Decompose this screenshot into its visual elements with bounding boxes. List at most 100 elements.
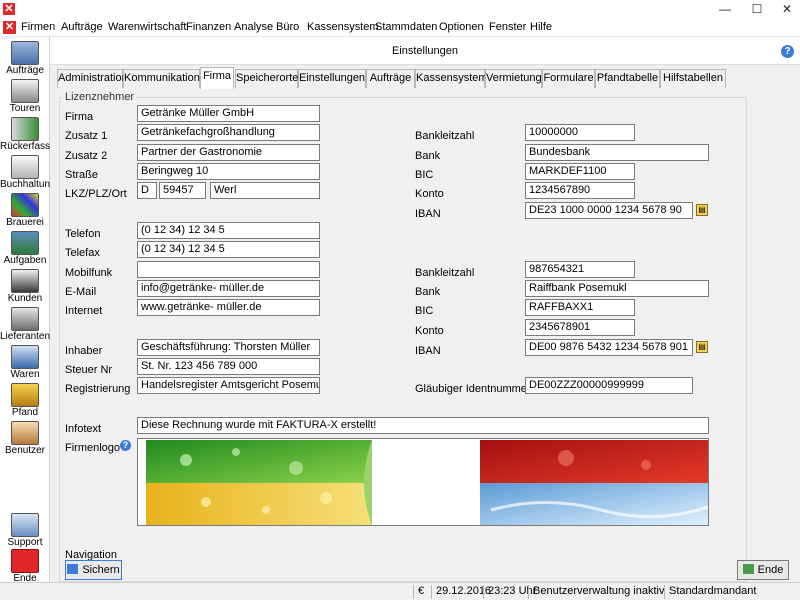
- exit-door-icon: [742, 564, 754, 574]
- sidebar-item-kunden[interactable]: Kunden: [0, 267, 50, 305]
- menu-hilfe[interactable]: Hilfe: [530, 21, 552, 33]
- menu-kassensystem[interactable]: Kassensystem: [307, 21, 379, 33]
- app-menu-icon[interactable]: ✕: [3, 21, 16, 34]
- group-title: Lizenznehmer: [63, 91, 137, 103]
- label-infotext: Infotext: [65, 423, 102, 435]
- label-inhaber: Inhaber: [65, 345, 103, 357]
- bank1-name-field[interactable]: Bundesbank: [525, 144, 709, 161]
- mobilfunk-field[interactable]: [137, 261, 320, 278]
- iban-calculator-icon[interactable]: ▤: [696, 204, 708, 216]
- inhaber-field[interactable]: Geschäftsführung: Thorsten Müller: [137, 339, 320, 356]
- sidebar-item-benutzer[interactable]: Benutzer: [0, 419, 50, 457]
- tab-speicherorte[interactable]: Speicherorte: [235, 69, 298, 88]
- plz-field[interactable]: 59457: [159, 182, 206, 199]
- bank1-bic-field[interactable]: MARKDEF1100: [525, 163, 635, 180]
- lkz-field[interactable]: D: [137, 182, 157, 199]
- label-email: E-Mail: [65, 286, 97, 298]
- bank1-iban-field[interactable]: DE23 1000 0000 1234 5678 90: [525, 202, 693, 219]
- sidebar-item-label: Aufgaben: [3, 255, 47, 266]
- close-window-button[interactable]: ✕: [772, 0, 800, 18]
- menu-stammdaten[interactable]: Stammdaten: [375, 21, 437, 33]
- sidebar-item-label: Buchhaltung: [0, 179, 56, 190]
- registrierung-field[interactable]: Handelsregister Amtsgericht Posemukl HRB…: [137, 377, 320, 394]
- label-bankleitzahl-2: Bankleitzahl: [415, 267, 475, 279]
- label-lkz-plz-ort: LKZ/PLZ/Ort: [65, 188, 127, 200]
- minimize-button[interactable]: —: [710, 0, 740, 18]
- tab-pfandtabelle[interactable]: Pfandtabelle: [595, 69, 660, 88]
- menu-analyse[interactable]: Analyse: [234, 21, 273, 33]
- label-internet: Internet: [65, 305, 103, 317]
- sidebar-item-brauerei[interactable]: Brauerei: [0, 191, 50, 229]
- save-icon: [67, 564, 79, 574]
- sidebar-item-label: Waren: [10, 369, 40, 380]
- sidebar-item-label: Pfand: [11, 407, 39, 418]
- sidebar-item-touren[interactable]: Touren: [0, 77, 50, 115]
- menu-optionen[interactable]: Optionen: [439, 21, 484, 33]
- firma-field[interactable]: Getränke Müller GmbH: [137, 105, 320, 122]
- sidebar-item-support[interactable]: Support: [0, 511, 50, 549]
- ort-field[interactable]: Werl: [210, 182, 320, 199]
- deposit-icon: [11, 383, 39, 407]
- tab-hilfstabellen[interactable]: Hilfstabellen: [660, 69, 726, 88]
- users-icon: [11, 421, 39, 445]
- menu-auftraege[interactable]: Aufträge: [61, 21, 103, 33]
- menu-finanzen[interactable]: Finanzen: [186, 21, 231, 33]
- bank2-iban-field[interactable]: DE00 9876 5432 1234 5678 901: [525, 339, 693, 356]
- menu-fenster[interactable]: Fenster: [489, 21, 526, 33]
- label-telefon: Telefon: [65, 228, 101, 240]
- strasse-field[interactable]: Beringweg 10: [137, 163, 320, 180]
- glaeubiger-field[interactable]: DE00ZZZ00000999999: [525, 377, 693, 394]
- logo-help-icon[interactable]: ?: [120, 440, 131, 451]
- menu-firmen[interactable]: Firmen: [21, 21, 55, 33]
- tab-kommunikation[interactable]: Kommunikation: [123, 69, 200, 88]
- settings-form: Einstellungen ? Administration Kommunika…: [50, 37, 800, 582]
- sidebar-item-rueckerfassen[interactable]: Rückerfassen: [0, 115, 61, 153]
- label-bic-2: BIC: [415, 305, 434, 317]
- sidebar-item-pfand[interactable]: Pfand: [0, 381, 50, 419]
- tab-einstellungen[interactable]: Einstellungen: [298, 69, 366, 88]
- menu-buero[interactable]: Büro: [276, 21, 299, 33]
- save-button[interactable]: Sichern: [65, 560, 122, 580]
- telefax-field[interactable]: (0 12 34) 12 34 5: [137, 241, 320, 258]
- infotext-field[interactable]: Diese Rechnung wurde mit FAKTURA-X erste…: [137, 417, 709, 434]
- menu-warenwirtschaft[interactable]: Warenwirtschaft: [108, 21, 186, 33]
- help-icon[interactable]: ?: [781, 45, 794, 58]
- status-bar: € 29.12.2016 23:23 Uhr Benutzerverwaltun…: [0, 582, 800, 600]
- sidebar-item-auftraege[interactable]: Aufträge: [0, 39, 50, 77]
- label-konto-2: Konto: [415, 325, 444, 337]
- bank2-bic-field[interactable]: RAFFBAXX1: [525, 299, 635, 316]
- zusatz2-field[interactable]: Partner der Gastronomie: [137, 144, 320, 161]
- tab-kassensystem[interactable]: Kassensystem: [415, 69, 488, 88]
- sidebar-item-waren[interactable]: Waren: [0, 343, 50, 381]
- app-logo-icon: ✕: [3, 3, 15, 15]
- zusatz1-field[interactable]: Getränkefachgroßhandlung: [137, 124, 320, 141]
- end-button-label: Ende: [757, 564, 784, 576]
- bank1-blz-field[interactable]: 10000000: [525, 124, 635, 141]
- steuernr-field[interactable]: St. Nr. 123 456 789 000: [137, 358, 320, 375]
- bank2-name-field[interactable]: Raiffbank Posemukl: [525, 280, 709, 297]
- tab-administration[interactable]: Administration: [57, 69, 128, 88]
- sidebar-item-lieferanten[interactable]: Lieferanten: [0, 305, 50, 343]
- bank2-blz-field[interactable]: 987654321: [525, 261, 635, 278]
- bank1-konto-field[interactable]: 1234567890: [525, 182, 635, 199]
- sidebar-item-aufgaben[interactable]: Aufgaben: [0, 229, 50, 267]
- sidebar-item-ende[interactable]: Ende: [0, 547, 50, 585]
- email-field[interactable]: info@getränke- müller.de: [137, 280, 320, 297]
- label-firmenlogo: Firmenlogo: [65, 442, 121, 454]
- tab-formulare[interactable]: Formulare: [542, 69, 595, 88]
- telefon-field[interactable]: (0 12 34) 12 34 5: [137, 222, 320, 239]
- sidebar-item-buchhaltung[interactable]: Buchhaltung: [0, 153, 56, 191]
- tours-icon: [11, 79, 39, 103]
- label-bankleitzahl-1: Bankleitzahl: [415, 130, 475, 142]
- end-button[interactable]: Ende: [737, 560, 789, 580]
- tab-auftraege[interactable]: Aufträge: [366, 69, 415, 88]
- label-firma: Firma: [65, 111, 94, 123]
- company-logo-image[interactable]: [137, 438, 709, 526]
- accounting-icon: [11, 155, 39, 179]
- tab-firma[interactable]: Firma: [200, 67, 234, 89]
- tab-vermietung[interactable]: Vermietung: [485, 69, 542, 88]
- maximize-button[interactable]: ☐: [742, 0, 772, 18]
- bank2-konto-field[interactable]: 2345678901: [525, 319, 635, 336]
- iban-calculator-icon[interactable]: ▤: [696, 341, 708, 353]
- internet-field[interactable]: www.getränke- müller.de: [137, 299, 320, 316]
